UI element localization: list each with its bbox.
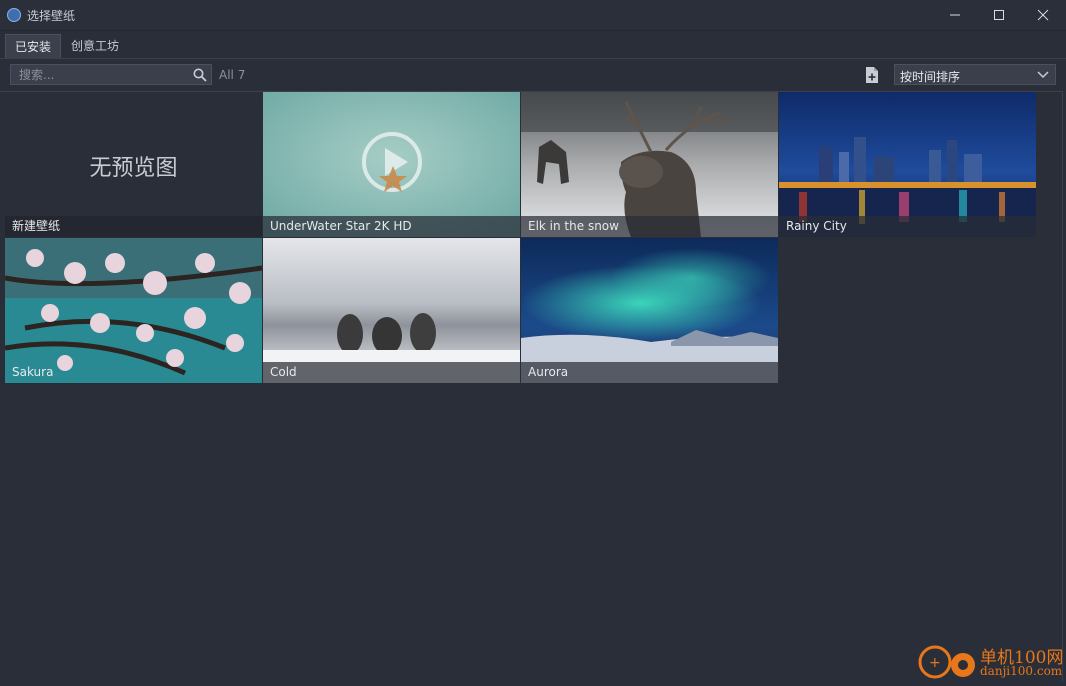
wallpaper-name: Sakura <box>12 365 54 379</box>
watermark-logo: + <box>918 645 975 679</box>
minimize-icon <box>950 14 960 16</box>
wallpaper-tile-elk[interactable]: Elk in the snow <box>521 92 778 237</box>
sort-dropdown[interactable]: 按时间排序 <box>894 64 1056 85</box>
wallpaper-tile-rainy-city[interactable]: Rainy City <box>779 92 1036 237</box>
wallpaper-name: 新建壁纸 <box>5 216 262 237</box>
wallpaper-name: Aurora <box>521 362 778 383</box>
search-icon[interactable] <box>193 68 207 82</box>
tab-installed[interactable]: 已安装 <box>5 34 62 58</box>
maximize-icon <box>994 10 1004 20</box>
wallpaper-tile-aurora[interactable]: Aurora <box>521 238 778 383</box>
wallpaper-tile-cold[interactable]: Cold <box>263 238 520 383</box>
search-box <box>10 64 212 85</box>
search-input[interactable] <box>11 65 207 84</box>
watermark-line2: danji100.com <box>980 664 1063 678</box>
wallpaper-name: Elk in the snow <box>521 216 778 237</box>
wallpaper-name: Rainy City <box>779 216 1036 237</box>
svg-text:+: + <box>929 655 941 671</box>
chevron-down-icon <box>1037 71 1049 79</box>
watermark: + 单机100网 danji100.com <box>917 640 1065 682</box>
title-bar: 选择壁纸 <box>0 0 1066 31</box>
app-icon <box>7 8 21 22</box>
maximize-button[interactable] <box>976 0 1022 30</box>
add-file-icon[interactable] <box>864 66 880 84</box>
wallpaper-count: All 7 <box>219 68 246 82</box>
wallpaper-tile-new[interactable]: 无预览图 新建壁纸 <box>5 92 262 237</box>
sort-selected: 按时间排序 <box>900 70 961 84</box>
wallpaper-tile-sakura[interactable]: Sakura <box>5 238 262 383</box>
minimize-button[interactable] <box>932 0 978 30</box>
no-preview-text: 无预览图 <box>89 156 178 181</box>
wallpaper-grid: 无预览图 新建壁纸 UnderWater Star 2K HD Elk in t… <box>0 91 1063 681</box>
toolbar: All 7 按时间排序 <box>0 59 1066 91</box>
close-button[interactable] <box>1020 0 1066 30</box>
tab-workshop[interactable]: 创意工坊 <box>62 34 128 58</box>
wallpaper-name: UnderWater Star 2K HD <box>263 216 520 237</box>
wallpaper-tile-underwater-star[interactable]: UnderWater Star 2K HD <box>263 92 520 237</box>
close-icon <box>1037 9 1049 21</box>
wallpaper-name: Cold <box>263 362 520 383</box>
window-title: 选择壁纸 <box>27 9 76 23</box>
tab-bar: 已安装 创意工坊 <box>0 31 1066 59</box>
